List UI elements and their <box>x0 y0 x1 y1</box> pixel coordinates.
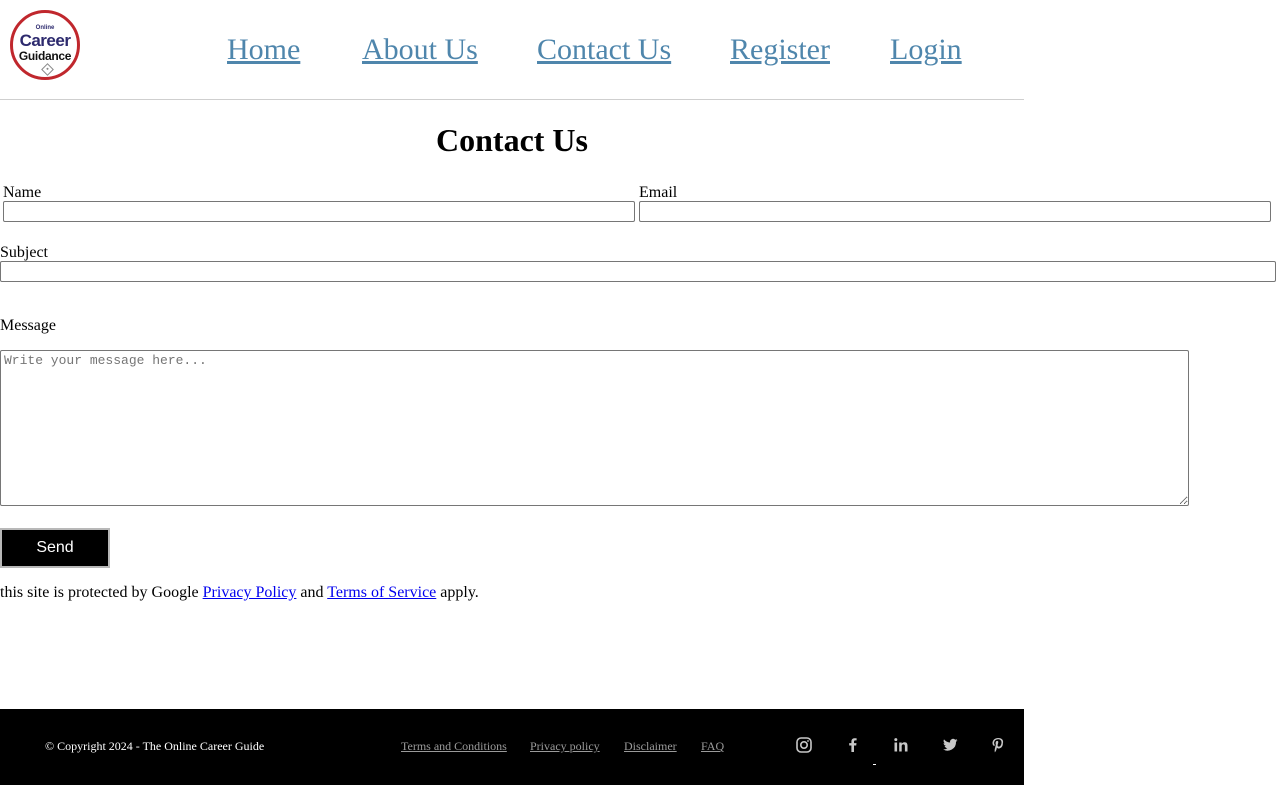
twitter-icon[interactable] <box>941 736 959 754</box>
nav-home[interactable]: Home <box>227 28 300 72</box>
nav-about-us[interactable]: About Us <box>362 28 478 72</box>
email-input[interactable] <box>639 201 1271 222</box>
site-header: Online Career Guidance Home About Us Con… <box>0 0 1024 100</box>
recaptcha-notice: this site is protected by Google Privacy… <box>0 583 479 603</box>
message-textarea[interactable] <box>0 350 1189 506</box>
name-label: Name <box>3 184 42 201</box>
send-button[interactable]: Send <box>0 528 110 568</box>
instagram-icon[interactable] <box>795 736 813 754</box>
notice-middle: and <box>296 584 328 601</box>
notice-suffix: apply. <box>436 584 479 601</box>
pinterest-icon[interactable] <box>989 736 1007 754</box>
footer-divider <box>873 764 876 765</box>
nav-contact-us[interactable]: Contact Us <box>537 28 671 72</box>
linkedin-icon[interactable] <box>892 736 910 754</box>
subject-input[interactable] <box>0 261 1276 282</box>
privacy-policy-link[interactable]: Privacy Policy <box>203 584 297 601</box>
nav-login[interactable]: Login <box>890 28 962 72</box>
message-label: Message <box>0 317 56 334</box>
footer-disclaimer-link[interactable]: Disclaimer <box>624 738 677 754</box>
notice-prefix: this site is protected by Google <box>0 584 203 601</box>
email-label: Email <box>639 184 678 201</box>
subject-label: Subject <box>0 244 48 261</box>
footer-privacy-link[interactable]: Privacy policy <box>530 738 600 754</box>
copyright-text: © Copyright 2024 - The Online Career Gui… <box>45 739 265 753</box>
page-title: Contact Us <box>436 122 588 158</box>
terms-of-service-link[interactable]: Terms of Service <box>327 584 436 601</box>
footer-faq-link[interactable]: FAQ <box>701 738 724 754</box>
facebook-icon[interactable] <box>844 736 862 754</box>
nav-register[interactable]: Register <box>730 28 830 72</box>
main-nav: Home About Us Contact Us Register Login <box>0 28 1024 72</box>
name-input[interactable] <box>3 201 635 222</box>
footer-terms-link[interactable]: Terms and Conditions <box>401 738 507 754</box>
site-footer: © Copyright 2024 - The Online Career Gui… <box>0 709 1024 785</box>
